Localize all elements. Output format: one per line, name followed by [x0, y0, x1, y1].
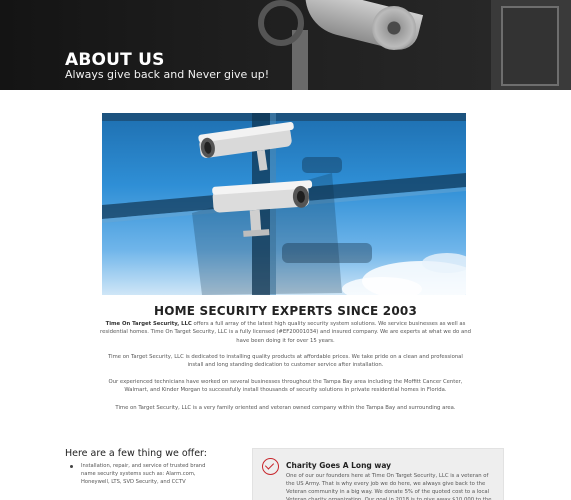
intro-paragraph: Time On Target Security, LLC offers a fu…: [100, 320, 471, 345]
experience-paragraph: Our experienced technicians have worked …: [108, 379, 463, 394]
section-heading: HOME SECURITY EXPERTS SINCE 2003: [154, 304, 417, 318]
security-cameras-photo: [102, 113, 466, 295]
page-subtitle: Always give back and Never give up!: [65, 68, 270, 81]
security-cameras-illustration: [102, 113, 466, 295]
hero-banner: ABOUT US Always give back and Never give…: [0, 0, 571, 90]
quality-paragraph: Time on Target Security, LLC is dedicate…: [108, 354, 463, 369]
check-circle-icon: [262, 458, 279, 475]
charity-card: Charity Goes A Long way One of our our f…: [252, 448, 504, 500]
charity-text: One of our our founders here at Time On …: [286, 473, 492, 500]
company-name: Time On Target Security, LLC: [105, 321, 192, 327]
list-item: Installation, repair, and service of tru…: [70, 462, 215, 486]
offers-list: Installation, repair, and service of tru…: [70, 462, 215, 486]
family-paragraph: Time on Target Security, LLC is a very f…: [115, 405, 456, 411]
hero-camera-ring-decoration: [258, 0, 304, 46]
hero-junction-box-decoration: [501, 6, 559, 86]
charity-title: Charity Goes A Long way: [286, 461, 392, 470]
hero-camera-lens-decoration: [372, 6, 416, 50]
page-title: ABOUT US: [65, 50, 165, 70]
offers-heading: Here are a few thing we offer:: [65, 448, 207, 459]
